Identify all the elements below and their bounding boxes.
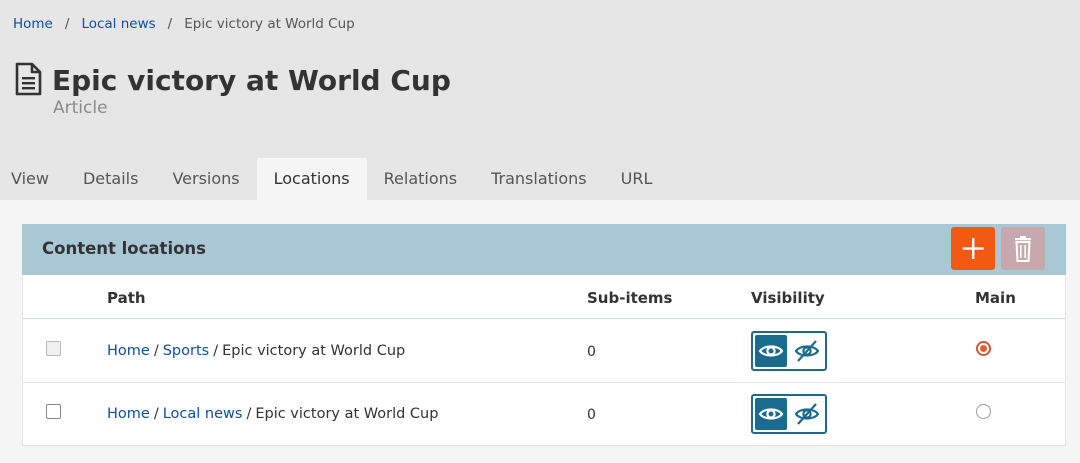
eye-icon (758, 408, 784, 420)
breadcrumb-local-news[interactable]: Local news (81, 16, 155, 32)
breadcrumb-home[interactable]: Home (13, 16, 53, 32)
column-header-sub-items: Sub-items (587, 289, 673, 307)
path-current: Epic victory at World Cup (222, 343, 406, 359)
eye-icon (758, 345, 784, 357)
hide-button[interactable] (791, 335, 823, 367)
sub-items-count: 0 (587, 344, 596, 360)
reveal-button[interactable] (755, 335, 787, 367)
path-link-home[interactable]: Home (107, 343, 150, 359)
panel-title: Content locations (42, 239, 207, 258)
breadcrumb: Home / Local news / Epic victory at Worl… (13, 16, 355, 32)
row-checkbox[interactable] (46, 341, 61, 356)
breadcrumb-separator: / (64, 16, 70, 32)
content-type-label: Article (53, 98, 108, 118)
breadcrumb-separator: / (167, 16, 173, 32)
page-header: Home / Local news / Epic victory at Worl… (0, 0, 1080, 200)
page-title: Epic victory at World Cup (52, 64, 451, 97)
visibility-toggle (751, 394, 827, 434)
tab-bar: View Details Versions Locations Relation… (0, 158, 669, 200)
path-current: Epic victory at World Cup (255, 406, 439, 422)
tab-versions[interactable]: Versions (155, 158, 256, 200)
trash-icon (1015, 236, 1031, 262)
hide-button[interactable] (791, 398, 823, 430)
document-icon (15, 62, 42, 96)
tab-details[interactable]: Details (66, 158, 155, 200)
delete-location-button[interactable] (1001, 227, 1045, 270)
tab-relations[interactable]: Relations (367, 158, 474, 200)
breadcrumb-current: Epic victory at World Cup (184, 16, 355, 32)
add-location-button[interactable] (951, 227, 995, 270)
main-location-radio[interactable] (976, 341, 991, 356)
column-header-main: Main (975, 289, 1016, 307)
visibility-toggle (751, 331, 827, 371)
column-header-visibility: Visibility (751, 289, 825, 307)
tab-url[interactable]: URL (604, 158, 670, 200)
column-header-path: Path (107, 289, 146, 307)
table-row: Home / Sports / Epic victory at World Cup 0 (23, 319, 1065, 382)
eye-off-icon (794, 403, 820, 425)
tab-translations[interactable]: Translations (474, 158, 604, 200)
tab-locations[interactable]: Locations (256, 158, 367, 200)
main-location-radio[interactable] (976, 404, 991, 419)
path-link-home[interactable]: Home (107, 406, 150, 422)
table-row: Home / Local news / Epic victory at World Cu… (23, 383, 1065, 446)
plus-icon (962, 238, 984, 259)
location-path: Home / Local news / Epic victory at World Cu… (107, 406, 439, 422)
path-link-sports[interactable]: Sports (163, 343, 209, 359)
path-link-local-news[interactable]: Local news (163, 406, 243, 422)
content-locations-panel: Content locations Path Sub-items Visibil… (22, 224, 1066, 446)
tab-view[interactable]: View (0, 158, 66, 200)
eye-off-icon (794, 340, 820, 362)
reveal-button[interactable] (755, 398, 787, 430)
row-checkbox[interactable] (46, 404, 61, 419)
location-path: Home / Sports / Epic victory at World Cup (107, 343, 406, 359)
panel-header: Content locations (22, 224, 1066, 275)
sub-items-count: 0 (587, 407, 596, 423)
